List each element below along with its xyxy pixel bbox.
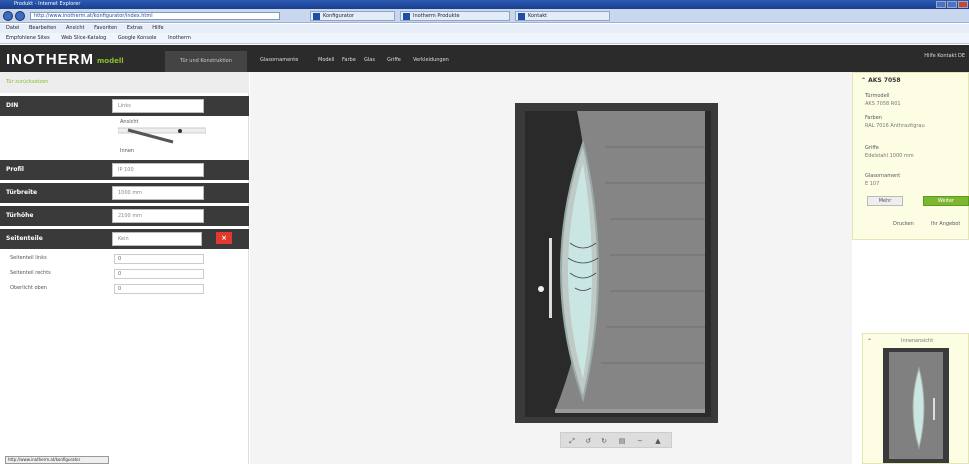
tab-favicon-icon <box>403 13 410 20</box>
header-links[interactable]: Hilfe Kontakt DE <box>924 53 965 59</box>
print-icon[interactable]: ▤ <box>617 436 627 446</box>
window-title: Produkt - Internet Explorer <box>14 1 81 7</box>
door-handle-diagram-icon <box>118 127 206 144</box>
info-label: Griffe <box>865 145 879 151</box>
subfield-input[interactable]: 0 <box>114 284 204 294</box>
sidelights-field[interactable]: Kein <box>112 232 202 246</box>
subfield-input[interactable]: 0 <box>114 269 204 279</box>
height-field[interactable]: 2100 mm <box>112 209 204 223</box>
info-panel: ⌃ AKS 7058 Türmodell AKS 7058 R01 Farben… <box>852 72 969 240</box>
back-button[interactable] <box>3 11 13 21</box>
collapse-icon[interactable]: ⌃ <box>867 338 872 345</box>
logo-subtitle: modell <box>97 57 124 65</box>
menu-item[interactable]: Hilfe <box>152 25 163 31</box>
menu-item[interactable]: Bearbeiten <box>29 25 56 31</box>
address-bar[interactable]: http://www.inotherm.at/konfigurator/inde… <box>30 12 280 20</box>
info-title: ⌃ AKS 7058 <box>861 77 901 84</box>
browser-navbar: http://www.inotherm.at/konfigurator/inde… <box>0 9 969 23</box>
browser-tab[interactable]: Inotherm Produkte <box>400 11 510 21</box>
tab-door-construction[interactable]: Tür und Konstruktion <box>165 51 247 72</box>
view-toolbar: ⤢ ↺ ↻ ▤ − ▲ <box>560 432 672 448</box>
preview-title: Innenansicht <box>901 338 934 344</box>
window-titlebar: Produkt - Internet Explorer <box>0 0 969 9</box>
nav-item[interactable]: Glasornamente <box>260 57 298 63</box>
app-header: INOTHERM modell Tür und Konstruktion Gla… <box>0 45 969 72</box>
favorites-bar: Empfohlene Sites Web Slice-Katalog Googl… <box>0 33 969 44</box>
nav-item[interactable]: Griffe <box>387 57 401 63</box>
info-value: Edelstahl 1000 mm <box>865 153 914 159</box>
print-link[interactable]: Drucken <box>893 221 914 227</box>
status-bar: http://www.inotherm.at/konfigurator <box>5 456 109 464</box>
expand-icon[interactable]: ⤢ <box>567 436 577 446</box>
profil-field[interactable]: IP 100 <box>112 163 204 177</box>
favorite-link[interactable]: Inotherm <box>168 35 191 41</box>
door-thumbnail <box>883 348 949 463</box>
rotate-right-icon[interactable]: ↻ <box>599 436 609 446</box>
menu-item[interactable]: Favoriten <box>94 25 117 31</box>
nav-item[interactable]: Modell <box>318 57 334 63</box>
favorite-link[interactable]: Web Slice-Katalog <box>61 35 106 41</box>
menu-item[interactable]: Datei <box>6 25 19 31</box>
nav-item[interactable]: Glas <box>364 57 375 63</box>
info-label: Glasornament <box>865 173 901 179</box>
subfield-label: Seitenteil links <box>10 255 47 261</box>
din-hint-bottom: Innen <box>120 148 135 154</box>
menu-item[interactable]: Extras <box>127 25 143 31</box>
more-button[interactable]: Mehr <box>867 196 903 206</box>
nav-item[interactable]: Farbe <box>342 57 356 63</box>
maximize-button[interactable] <box>947 1 957 8</box>
tab-favicon-icon <box>518 13 525 20</box>
offer-link[interactable]: Ihr Angebot <box>931 221 960 227</box>
logo: INOTHERM <box>6 51 94 68</box>
reset-link[interactable]: Tür zurücksetzen <box>0 72 249 93</box>
measure-icon[interactable]: ▲ <box>653 436 663 446</box>
subfield-label: Oberlicht oben <box>10 285 47 291</box>
favorite-link[interactable]: Empfohlene Sites <box>6 35 50 41</box>
info-label: Farben <box>865 115 882 121</box>
config-panel: Tür zurücksetzen DIN Links Ansicht Innen… <box>0 72 249 464</box>
browser-menubar: Datei Bearbeiten Ansicht Favoriten Extra… <box>0 24 969 33</box>
subfield-input[interactable]: 0 <box>114 254 204 264</box>
inner-view-preview: ⌃ Innenansicht <box>862 333 969 464</box>
minimize-button[interactable] <box>936 1 946 8</box>
din-field[interactable]: Links <box>112 99 204 113</box>
favorite-link[interactable]: Google Konsole <box>118 35 157 41</box>
forward-button[interactable] <box>15 11 25 21</box>
delete-icon[interactable]: × <box>216 232 232 244</box>
width-field[interactable]: 1000 mm <box>112 186 204 200</box>
tab-favicon-icon <box>313 13 320 20</box>
browser-tab[interactable]: Konfigurator <box>310 11 395 21</box>
info-value: AKS 7058 R01 <box>865 101 901 107</box>
nav-item[interactable]: Verkleidungen <box>413 57 449 63</box>
browser-tab[interactable]: Kontakt <box>515 11 610 21</box>
door-preview[interactable] <box>515 103 718 423</box>
minus-icon[interactable]: − <box>635 436 645 446</box>
next-button[interactable]: Weiter <box>923 196 969 206</box>
rotate-left-icon[interactable]: ↺ <box>583 436 593 446</box>
info-value: RAL 7016 Anthrazitgrau <box>865 123 925 129</box>
close-button[interactable] <box>958 1 968 8</box>
info-label: Türmodell <box>865 93 890 99</box>
menu-item[interactable]: Ansicht <box>66 25 84 31</box>
subfield-label: Seitenteil rechts <box>10 270 51 276</box>
info-value: E 107 <box>865 181 880 187</box>
